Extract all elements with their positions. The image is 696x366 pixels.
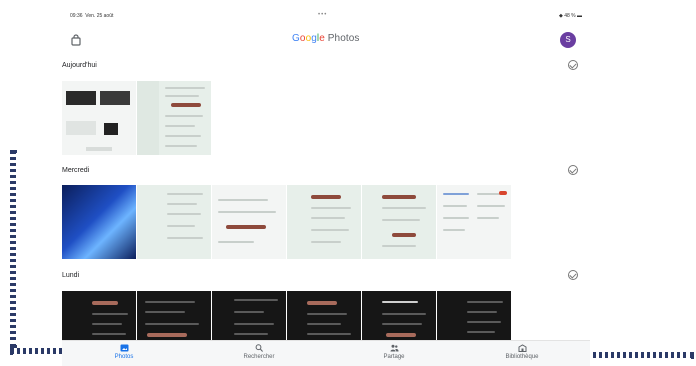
photo-thumbnail[interactable] xyxy=(212,291,286,341)
select-all-check-icon[interactable] xyxy=(568,165,578,175)
nav-label-photos: Photos xyxy=(114,354,134,360)
nav-item-library[interactable]: Bibliothèque xyxy=(482,344,562,360)
photo-thumbnail[interactable] xyxy=(137,81,211,155)
section-title-wednesday: Mercredi xyxy=(62,167,90,174)
photo-thumbnail[interactable] xyxy=(212,185,286,259)
tablet-screen: 09:36 Ven. 25 août ••• ◆ 48 % ▬ Google P… xyxy=(62,8,590,366)
nav-item-photos[interactable]: Photos xyxy=(84,344,164,360)
photo-thumbnail[interactable] xyxy=(137,291,211,341)
callout-line-left xyxy=(10,150,16,348)
google-photos-logo: Google Photos xyxy=(292,33,360,44)
people-icon xyxy=(390,344,399,352)
photo-thumbnail[interactable] xyxy=(62,291,136,341)
multitask-dots-icon[interactable]: ••• xyxy=(318,12,327,18)
search-icon xyxy=(255,344,263,352)
photo-row-monday xyxy=(62,291,511,341)
photos-icon xyxy=(120,344,128,352)
locked-folder-icon[interactable] xyxy=(70,34,82,46)
photo-thumbnail[interactable] xyxy=(362,185,436,259)
status-date: Ven. 25 août xyxy=(85,13,114,19)
photo-row-today xyxy=(62,81,211,155)
photo-thumbnail[interactable] xyxy=(137,185,211,259)
nav-label-search: Rechercher xyxy=(243,354,275,360)
battery-level: 48 % xyxy=(564,13,576,19)
screenshot-canvas: 09:36 Ven. 25 août ••• ◆ 48 % ▬ Google P… xyxy=(0,0,696,366)
section-title-today: Aujourd'hui xyxy=(62,62,97,69)
photo-thumbnail[interactable] xyxy=(287,291,361,341)
photo-thumbnail[interactable] xyxy=(437,291,511,341)
logo-word-photos: Photos xyxy=(324,33,360,44)
nav-label-library: Bibliothèque xyxy=(505,354,539,360)
nav-item-sharing[interactable]: Partage xyxy=(354,344,434,360)
nav-item-search[interactable]: Rechercher xyxy=(219,344,299,360)
status-time: 09:36 xyxy=(70,13,83,19)
library-icon xyxy=(518,344,526,352)
photo-thumbnail[interactable] xyxy=(437,185,511,259)
status-bar: 09:36 Ven. 25 août ••• ◆ 48 % ▬ xyxy=(62,8,590,24)
photo-thumbnail[interactable] xyxy=(62,185,136,259)
section-title-monday: Lundi xyxy=(62,272,80,279)
nav-label-sharing: Partage xyxy=(383,354,405,360)
photo-thumbnail[interactable] xyxy=(362,291,436,341)
app-header: Google Photos S xyxy=(62,26,590,56)
status-battery: ◆ 48 % ▬ xyxy=(558,13,582,19)
select-all-check-icon[interactable] xyxy=(568,60,578,70)
photo-row-wednesday xyxy=(62,185,511,259)
photo-thumbnail[interactable] xyxy=(62,81,136,155)
status-time-date: 09:36 Ven. 25 août xyxy=(70,13,113,19)
select-all-check-icon[interactable] xyxy=(568,270,578,280)
bottom-navigation-bar: Photos Rechercher Partage Bibliothèque xyxy=(62,340,590,366)
logo-letter: G xyxy=(292,33,300,44)
avatar[interactable]: S xyxy=(560,32,576,48)
photo-thumbnail[interactable] xyxy=(287,185,361,259)
